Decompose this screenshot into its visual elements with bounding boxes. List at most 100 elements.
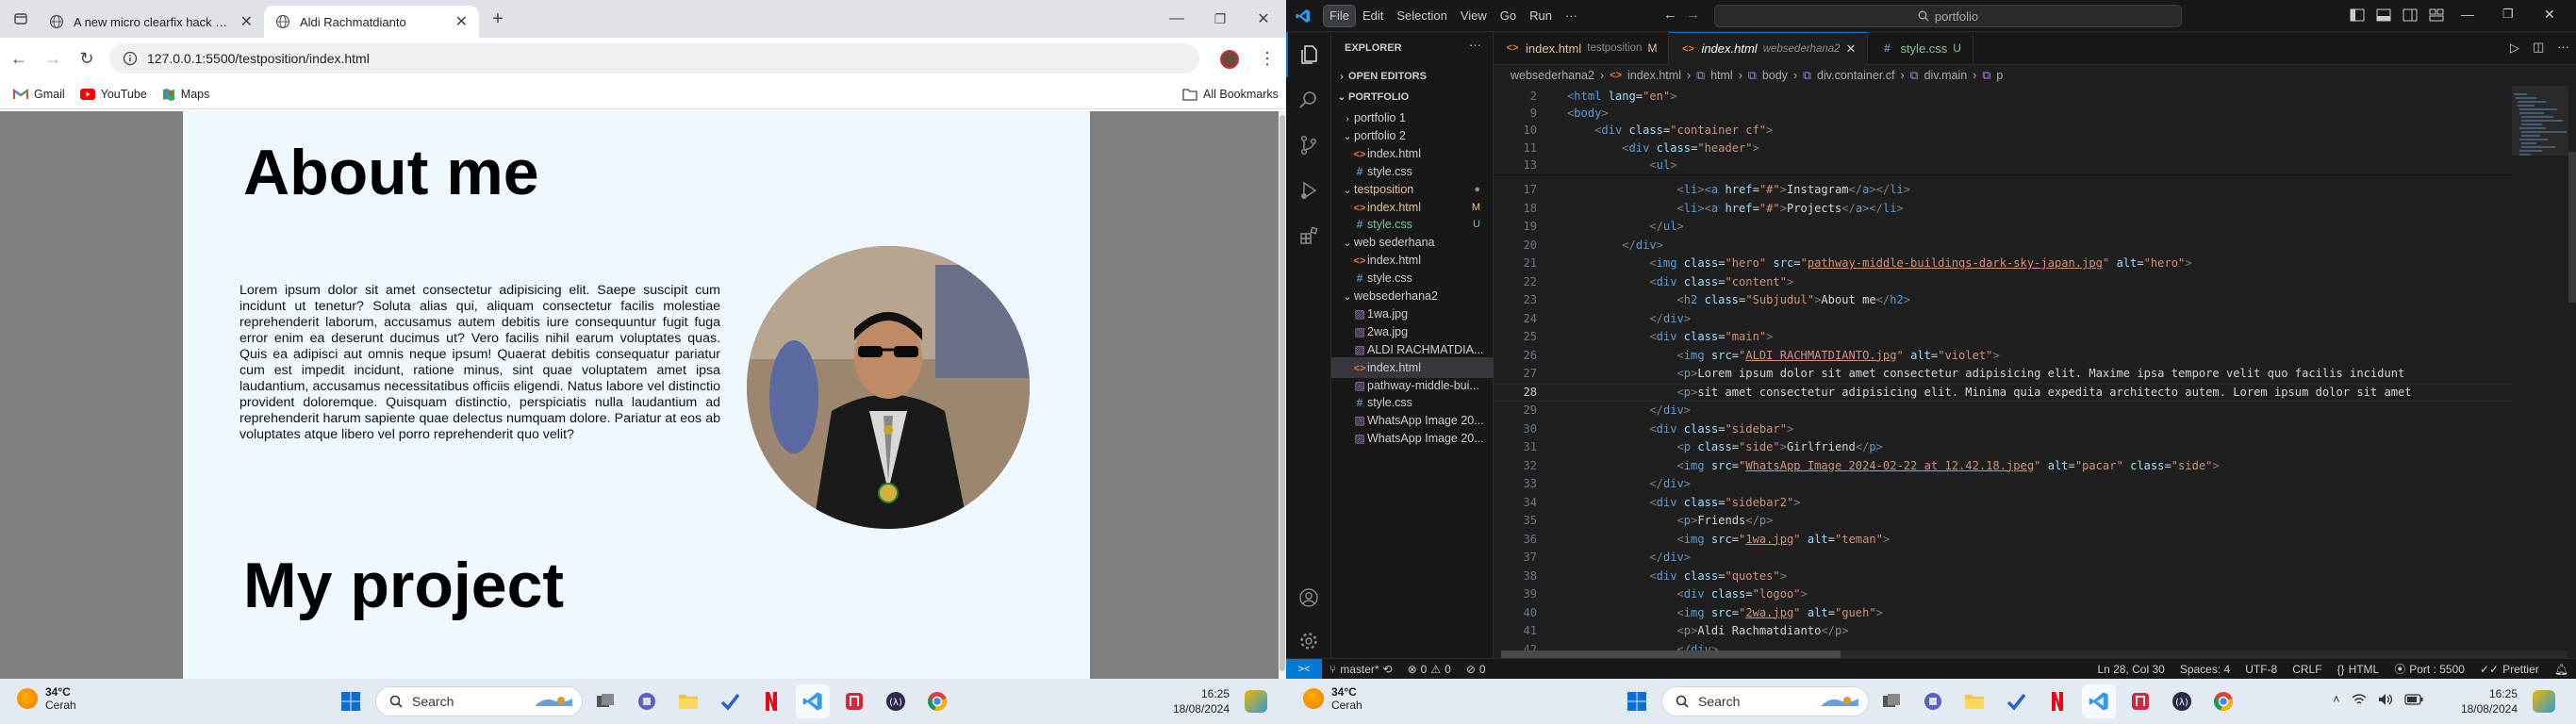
toggle-secondary-sidebar-icon[interactable] (2403, 8, 2418, 22)
code-line[interactable]: <p class="side">Girlfriend</p> (1567, 440, 1883, 453)
address-bar[interactable]: 127.0.0.1:5500/testposition/index.html (109, 43, 1199, 74)
menu-view[interactable]: View (1455, 6, 1493, 26)
maximize-icon[interactable]: ❐ (1205, 4, 1235, 34)
code-line[interactable]: <li><a href="#">Projects</a></li> (1567, 202, 1904, 215)
code-line[interactable]: <div class="sidebar2"> (1567, 496, 1800, 509)
menu-go[interactable]: Go (1494, 6, 1522, 26)
teams-icon[interactable] (1916, 684, 1950, 718)
tray-chevron-icon[interactable]: ˄ (2333, 692, 2340, 706)
app-red-icon[interactable] (2123, 684, 2157, 718)
chrome-tab-clearfix[interactable]: A new micro clearfix hack – Nic ✕ (38, 6, 264, 38)
minimap[interactable] (2512, 86, 2568, 658)
extensions-icon[interactable] (1286, 213, 1331, 258)
chrome-menu-icon[interactable]: ⋮ (1252, 43, 1282, 74)
bookmark-gmail[interactable]: Gmail (6, 81, 73, 107)
clock[interactable]: 16:25 18/08/2024 (2457, 686, 2518, 716)
code-line[interactable]: <img src="WhatsApp Image 2024-02-22 at 1… (1567, 459, 2220, 472)
chrome-tab-aldi[interactable]: Aldi Rachmatdianto ✕ (264, 6, 479, 38)
code-line[interactable]: </div> (1567, 403, 1691, 417)
toggle-panel-icon[interactable] (2376, 8, 2391, 22)
profile-avatar[interactable] (1220, 50, 1239, 69)
minimize-icon[interactable]: — (1162, 4, 1192, 34)
close-window-icon[interactable]: ✕ (2544, 7, 2555, 23)
back-icon[interactable]: ← (4, 43, 34, 74)
minimize-icon[interactable]: — (2461, 7, 2474, 22)
run-play-icon[interactable]: ▷ (2510, 41, 2519, 56)
remote-indicator-icon[interactable]: >< (1286, 659, 1322, 679)
tab-search-icon[interactable] (6, 4, 36, 34)
code-line[interactable]: <div class="quotes"> (1567, 569, 1787, 583)
code-line[interactable]: <p>Lorem ipsum dolor sit amet consectetu… (1567, 367, 2405, 380)
breadcrumb-item[interactable]: p (1996, 69, 2003, 82)
prettier-status[interactable]: ✓✓ Prettier (2472, 663, 2547, 676)
code-line[interactable]: <div class="sidebar"> (1567, 422, 1793, 436)
more-actions-icon[interactable]: ··· (2557, 40, 2569, 54)
editor-tab-websederhana2-index[interactable]: <> index.html websederhana2 ✕ (1669, 31, 1869, 65)
todo-check-icon[interactable] (1999, 684, 2033, 718)
bookmark-youtube[interactable]: YouTube (73, 81, 155, 107)
split-editor-icon[interactable]: ◫ (2533, 40, 2544, 55)
forward-icon[interactable]: → (38, 43, 68, 74)
bookmark-maps[interactable]: Maps (155, 81, 218, 107)
breadcrumb-item[interactable]: body (1762, 69, 1788, 82)
git-branch[interactable]: ⑂ master* ⟲ (1322, 663, 1400, 676)
weather-widget[interactable]: 34°C Cerah (17, 685, 76, 712)
task-view-icon[interactable] (588, 684, 622, 718)
nav-back-icon[interactable]: ← (1663, 7, 1677, 23)
code-line[interactable]: <img src="ALDI RACHMATDIANTO.jpg" alt="v… (1567, 349, 2000, 362)
vscode-taskbar-icon[interactable] (796, 684, 830, 718)
teams-icon[interactable] (630, 684, 664, 718)
code-editor[interactable]: 2 <html lang="en"> 9 <body> 10 <div class="c… (1494, 86, 2576, 658)
code-line[interactable]: <p>Friends</p> (1567, 514, 1774, 527)
cursor-position[interactable]: Ln 28, Col 30 (2089, 663, 2171, 676)
code-line[interactable]: </div> (1567, 239, 1663, 252)
horizontal-scrollbar[interactable] (1501, 650, 2567, 658)
file-explorer-icon[interactable] (671, 684, 705, 718)
page-scrollbar[interactable] (1279, 111, 1286, 679)
menu-more[interactable]: ··· (1560, 6, 1583, 26)
menu-edit[interactable]: Edit (1357, 6, 1389, 26)
start-windows-icon[interactable] (334, 684, 368, 718)
code-line[interactable]: <div class="content"> (1567, 275, 1793, 288)
problems-indicator[interactable]: ⊗ 0 ⚠ 0 (1400, 663, 1459, 676)
notifications-bell-icon[interactable]: 🔔︎ (2547, 663, 2576, 676)
app-lambda-icon[interactable]: (λ) (879, 684, 913, 718)
open-editors-header[interactable]: › OPEN EDITORS (1331, 66, 1494, 87)
reload-icon[interactable]: ↻ (72, 43, 102, 74)
todo-check-icon[interactable] (713, 684, 747, 718)
code-line[interactable]: </div> (1567, 551, 1691, 564)
code-line[interactable]: <p>sit amet consectetur adipisicing elit… (1567, 386, 2412, 399)
toggle-sidebar-icon[interactable] (2350, 8, 2365, 22)
editor-scrollbar[interactable] (2568, 86, 2576, 658)
source-control-icon[interactable] (1286, 123, 1331, 168)
code-line[interactable]: <img src="1wa.jpg" alt="teman"> (1567, 533, 1891, 546)
taskbar-search[interactable]: Search (375, 686, 583, 716)
chrome-taskbar-icon[interactable] (920, 684, 954, 718)
file-explorer-icon[interactable] (1957, 684, 1991, 718)
clock[interactable]: 16:25 18/08/2024 (1169, 686, 1230, 716)
wifi-icon[interactable] (2352, 693, 2367, 706)
command-center[interactable]: portfolio (1714, 5, 2182, 27)
close-tab-icon[interactable]: ✕ (1846, 41, 1857, 57)
maximize-icon[interactable]: ❐ (2502, 7, 2514, 22)
taskbar-search[interactable]: Search (1661, 686, 1869, 716)
account-icon[interactable] (1286, 575, 1331, 620)
app-red-icon[interactable] (837, 684, 871, 718)
breadcrumb-item[interactable]: html (1710, 69, 1733, 82)
close-tab-icon[interactable]: ✕ (455, 12, 468, 31)
breadcrumb-item[interactable]: div.container.cf (1817, 69, 1894, 82)
nav-forward-icon[interactable]: → (1686, 7, 1700, 23)
battery-icon[interactable] (2403, 693, 2423, 705)
widgets-app-icon[interactable] (2533, 690, 2555, 713)
editor-tab-style-css[interactable]: # style.css U (1868, 31, 1973, 65)
menu-run[interactable]: Run (1524, 6, 1558, 26)
new-tab-icon[interactable]: + (483, 4, 513, 34)
code-line[interactable]: </div> (1567, 312, 1691, 325)
encoding[interactable]: UTF-8 (2237, 663, 2285, 676)
tree-item[interactable]: ▨ WhatsApp Image 20... (1331, 428, 1494, 449)
explorer-icon[interactable] (1286, 32, 1331, 77)
code-line[interactable]: <p>Aldi Rachmatdianto</p> (1567, 624, 1849, 637)
code-line[interactable]: <img src="2wa.jpg" alt="gueh"> (1567, 606, 1883, 619)
chrome-taskbar-icon[interactable] (2206, 684, 2240, 718)
start-windows-icon[interactable] (1620, 684, 1654, 718)
